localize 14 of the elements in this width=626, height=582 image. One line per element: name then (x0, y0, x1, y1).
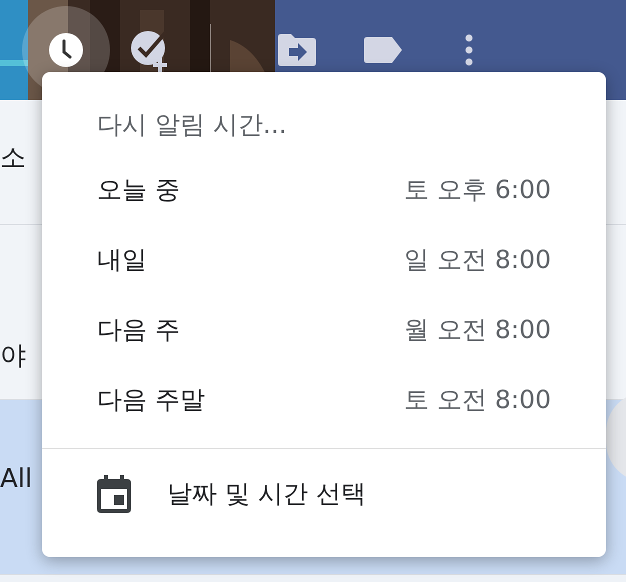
row-text: 야 (0, 343, 26, 369)
pick-date-time-option[interactable]: 날짜 및 시간 선택 (42, 449, 606, 539)
more-icon (465, 34, 473, 66)
snooze-option[interactable]: 내일 일 오전 8:00 (42, 225, 606, 295)
row-text: All (0, 466, 32, 492)
row-text: 소 (0, 145, 26, 171)
clock-icon (48, 32, 84, 68)
label-icon (364, 37, 402, 63)
snooze-option[interactable]: 다음 주 월 오전 8:00 (42, 295, 606, 365)
menu-title: 다시 알림 시간... (96, 109, 288, 141)
snooze-option[interactable]: 다음 주말 토 오전 8:00 (42, 365, 606, 435)
calendar-icon (97, 475, 131, 513)
snooze-option[interactable]: 오늘 중 토 오후 6:00 (42, 155, 606, 225)
folder-arrow-icon (278, 34, 316, 66)
